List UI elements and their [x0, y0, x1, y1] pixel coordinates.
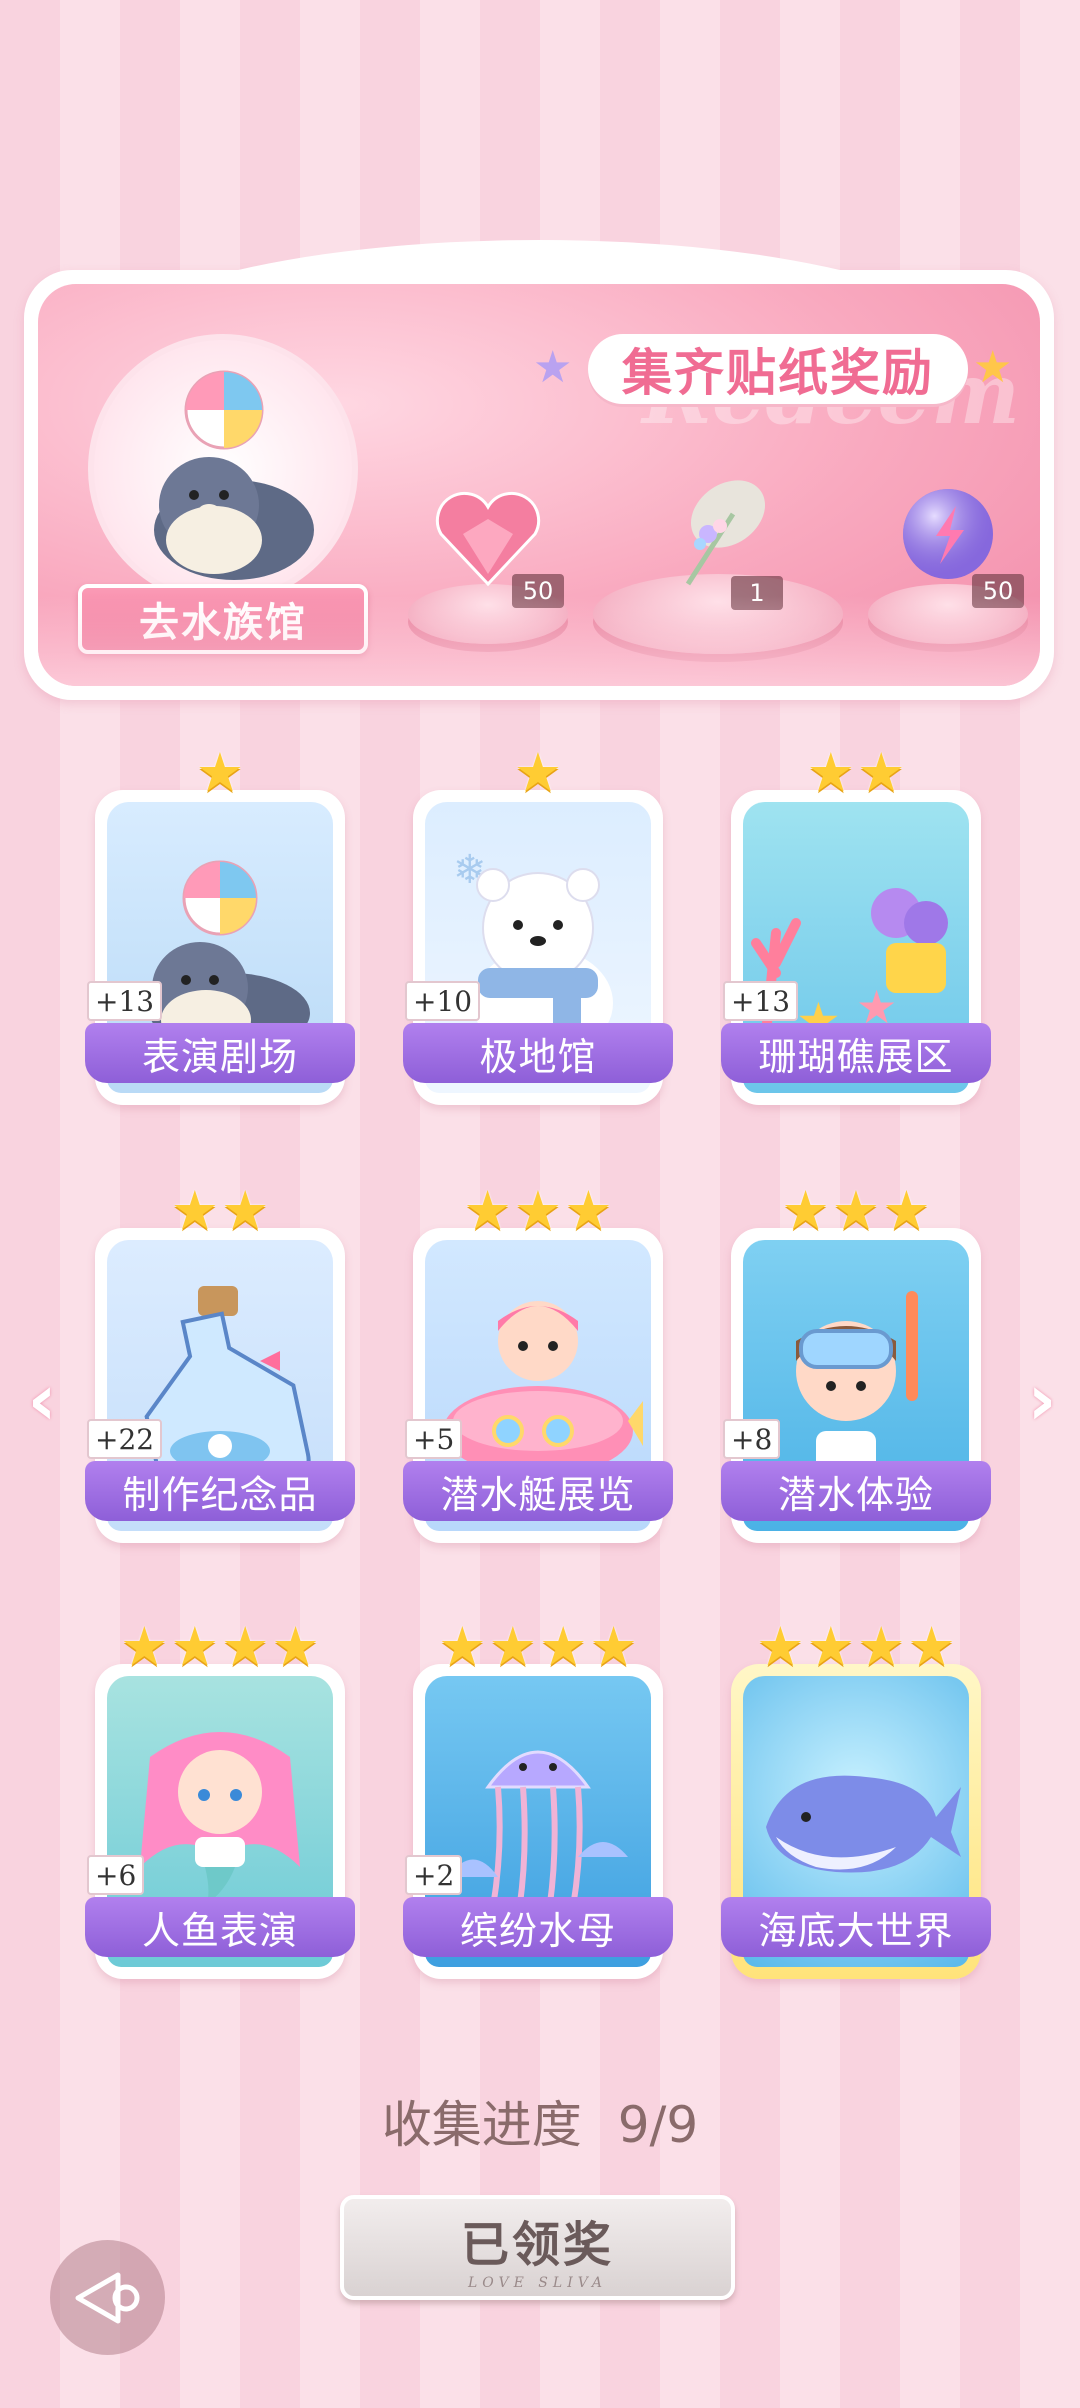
bonus-badge: +8 — [723, 1419, 781, 1459]
card-star-rating: ★ ★ — [90, 1178, 350, 1238]
card-frame: +13 表演剧场 — [85, 790, 355, 1105]
banner-panel: Redeem 集齐贴纸奖励 ★ ★ — [38, 284, 1040, 686]
sticker-card[interactable]: ❄ +10 极地馆 ★ — [403, 740, 673, 1110]
bonus-badge: +22 — [87, 1419, 163, 1459]
card-label: 珊瑚礁展区 — [721, 1023, 991, 1083]
card-label: 海底大世界 — [721, 1897, 991, 1957]
next-page-arrow-icon[interactable]: › — [1022, 1365, 1062, 1435]
card-star-rating: ★ ★ ★ — [408, 1178, 668, 1238]
star-icon: ★ — [221, 1179, 270, 1242]
card-label: 表演剧场 — [85, 1023, 355, 1083]
card-label: 缤纷水母 — [403, 1897, 673, 1957]
star-icon: ★ — [120, 1615, 169, 1678]
back-arrow-icon — [75, 2272, 139, 2323]
bonus-badge: +13 — [87, 981, 163, 1021]
star-icon: ★ — [857, 1615, 906, 1678]
reward-heart-gem: 50 — [408, 474, 568, 644]
reward-energy-orb: 50 — [868, 474, 1028, 644]
card-star-rating: ★ — [90, 740, 350, 800]
card-label: 制作纪念品 — [85, 1461, 355, 1521]
card-frame: 海底大世界 — [721, 1664, 991, 1979]
back-button[interactable] — [50, 2240, 165, 2355]
reward-count: 1 — [731, 576, 783, 610]
collection-progress: 收集进度 9/9 — [0, 2085, 1080, 2157]
bonus-badge: +5 — [405, 1419, 463, 1459]
star-icon: ★ — [589, 1615, 638, 1678]
reward-count: 50 — [512, 574, 564, 608]
go-aquarium-button[interactable]: 去水族馆 — [78, 584, 368, 654]
card-star-rating: ★ — [408, 740, 668, 800]
card-star-rating: ★ ★ ★ ★ — [726, 1614, 986, 1674]
card-label: 极地馆 — [403, 1023, 673, 1083]
claimed-button-label: 已领奖 — [460, 2216, 614, 2273]
previous-page-arrow-icon[interactable]: ‹ — [22, 1365, 62, 1435]
reward-count: 50 — [972, 574, 1024, 608]
card-label: 潜水体验 — [721, 1461, 991, 1521]
banner-title: 集齐贴纸奖励 — [588, 334, 968, 404]
card-frame: +6 人鱼表演 — [85, 1664, 355, 1979]
claimed-button-subtext: LOVE SLIVA — [468, 2274, 607, 2291]
bonus-badge: +2 — [405, 1855, 463, 1895]
sticker-card[interactable]: +8 潜水体验 ★ ★ ★ — [721, 1178, 991, 1548]
sticker-card[interactable]: +6 人鱼表演 ★ ★ ★ ★ — [85, 1614, 355, 1984]
sticker-card[interactable]: ★ ★ +13 珊瑚礁展区 ★ ★ — [721, 740, 991, 1110]
star-icon: ★ — [221, 1615, 270, 1678]
progress-value: 9/9 — [617, 2096, 699, 2154]
star-icon: ★ — [513, 741, 563, 804]
star-icon: ★ — [170, 1615, 219, 1678]
card-frame: +22 制作纪念品 — [85, 1228, 355, 1543]
sticker-card[interactable]: 海底大世界 ★ ★ ★ ★ — [721, 1614, 991, 1984]
star-icon: ★ — [882, 1179, 931, 1242]
star-icon: ★ — [539, 1615, 588, 1678]
seal-portrait — [88, 334, 358, 604]
star-icon: ★ — [513, 1179, 563, 1242]
star-icon: ★ — [756, 1615, 805, 1678]
star-icon: ★ — [907, 1615, 956, 1678]
sticker-card[interactable]: +5 潜水艇展览 ★ ★ ★ — [403, 1178, 673, 1548]
card-star-rating: ★ ★ ★ — [726, 1178, 986, 1238]
bonus-badge: +13 — [723, 981, 799, 1021]
claimed-button[interactable]: 已领奖 LOVE SLIVA — [340, 2195, 735, 2300]
sticker-card[interactable]: +22 制作纪念品 ★ ★ — [85, 1178, 355, 1548]
seal-icon — [154, 370, 314, 580]
star-icon: ★ — [806, 741, 855, 804]
star-icon: ★ — [463, 1179, 512, 1242]
star-icon: ★ — [438, 1615, 487, 1678]
reward-banner: Redeem 集齐贴纸奖励 ★ ★ — [24, 240, 1054, 700]
card-frame: +8 潜水体验 — [721, 1228, 991, 1543]
card-frame: ★ ★ +13 珊瑚礁展区 — [721, 790, 991, 1105]
star-icon: ★ — [271, 1615, 320, 1678]
card-label: 人鱼表演 — [85, 1897, 355, 1957]
card-frame: ❄ +10 极地馆 — [403, 790, 673, 1105]
card-label: 潜水艇展览 — [403, 1461, 673, 1521]
card-star-rating: ★ ★ — [726, 740, 986, 800]
card-frame: +2 缤纷水母 — [403, 1664, 673, 1979]
star-icon: ★ — [973, 342, 1013, 393]
bonus-badge: +10 — [405, 981, 481, 1021]
sticker-card[interactable]: +13 表演剧场 ★ — [85, 740, 355, 1110]
star-icon: ★ — [564, 1179, 613, 1242]
sticker-card[interactable]: +2 缤纷水母 ★ ★ ★ ★ — [403, 1614, 673, 1984]
card-star-rating: ★ ★ ★ ★ — [408, 1614, 668, 1674]
star-icon: ★ — [170, 1179, 219, 1242]
card-star-rating: ★ ★ ★ ★ — [90, 1614, 350, 1674]
star-icon: ★ — [781, 1179, 830, 1242]
star-icon: ★ — [831, 1179, 881, 1242]
star-icon: ★ — [806, 1615, 855, 1678]
reward-bouquet: 1 — [593, 464, 843, 654]
star-icon: ★ — [488, 1615, 537, 1678]
progress-label: 收集进度 — [381, 2096, 582, 2154]
star-icon: ★ — [533, 342, 573, 393]
star-icon: ★ — [857, 741, 906, 804]
card-frame: +5 潜水艇展览 — [403, 1228, 673, 1543]
star-icon: ★ — [195, 741, 245, 804]
energy-orb-icon — [898, 484, 998, 588]
bonus-badge: +6 — [87, 1855, 145, 1895]
